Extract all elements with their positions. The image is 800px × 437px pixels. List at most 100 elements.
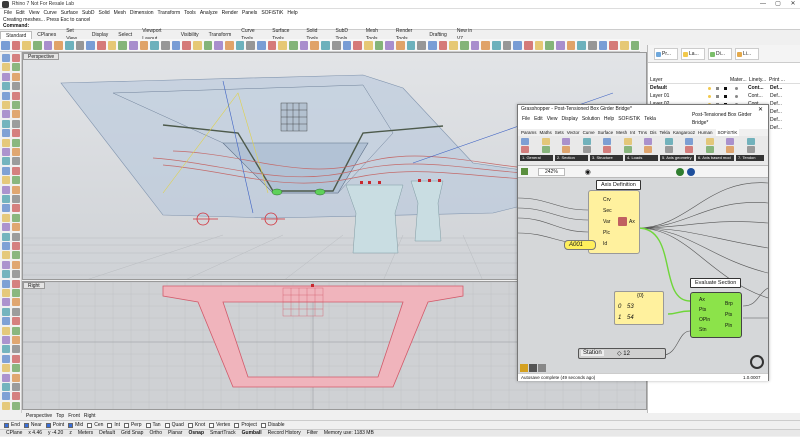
menu-view[interactable]: View bbox=[29, 9, 40, 17]
layer-linetype[interactable]: Cont... bbox=[748, 85, 764, 92]
input-crv[interactable]: Crv bbox=[603, 197, 611, 203]
left-tool-icon[interactable] bbox=[12, 364, 20, 373]
toolbar-tool-icon[interactable] bbox=[86, 40, 96, 50]
col-linetype[interactable]: Linety... bbox=[749, 77, 766, 83]
left-tool-icon[interactable] bbox=[2, 354, 10, 363]
lock-icon[interactable] bbox=[529, 364, 537, 372]
left-tool-icon[interactable] bbox=[12, 289, 20, 297]
toolbar-tool-icon[interactable] bbox=[97, 40, 106, 50]
status-osnap[interactable]: Osnap bbox=[188, 430, 204, 437]
toolbar-tool-icon[interactable] bbox=[449, 40, 458, 50]
layer-print[interactable]: Def... bbox=[770, 109, 782, 116]
gh-ribbon-icon[interactable] bbox=[705, 138, 714, 145]
toolbar-tool-icon[interactable] bbox=[491, 40, 501, 50]
material-swatch[interactable] bbox=[735, 87, 738, 90]
left-tool-icon[interactable] bbox=[12, 72, 20, 81]
toolbar-tool-icon[interactable] bbox=[427, 40, 437, 50]
layer-row[interactable]: Layer 01 Cont... Def... bbox=[648, 93, 800, 100]
left-tool-icon[interactable] bbox=[2, 148, 10, 156]
minimize-button[interactable]: — bbox=[756, 0, 770, 9]
left-tool-icon[interactable] bbox=[12, 119, 20, 128]
osnap-tan[interactable]: Tan bbox=[145, 422, 161, 428]
left-tool-icon[interactable] bbox=[12, 401, 20, 410]
gh-cat-loads[interactable]: 4. Loads bbox=[625, 155, 658, 161]
layer-linetype[interactable]: Cont... bbox=[748, 93, 763, 100]
gh-tab-dis[interactable]: Dis bbox=[650, 129, 657, 136]
tab-lights[interactable]: Li... bbox=[735, 48, 759, 60]
left-tool-icon[interactable] bbox=[2, 110, 10, 119]
menu-file[interactable]: File bbox=[4, 9, 12, 17]
menu-transform[interactable]: Transform bbox=[158, 9, 181, 17]
viewport-label-perspective[interactable]: Perspective bbox=[23, 53, 60, 60]
left-tool-icon[interactable] bbox=[12, 317, 20, 326]
toolbar-tool-icon[interactable] bbox=[257, 40, 266, 50]
gh-ribbon-icon[interactable] bbox=[623, 146, 632, 153]
left-tool-icon[interactable] bbox=[12, 82, 20, 91]
gh-ribbon-icon[interactable] bbox=[541, 138, 550, 145]
left-tool-icon[interactable] bbox=[2, 383, 10, 391]
gh-tab-mesh[interactable]: Mesh bbox=[616, 129, 627, 136]
layer-print[interactable]: Def... bbox=[770, 117, 782, 124]
menu-render[interactable]: Render bbox=[222, 9, 238, 17]
gh-cat-tendon[interactable]: 7. Tendon bbox=[736, 155, 764, 161]
params-icon[interactable] bbox=[538, 364, 546, 372]
toolbar-tool-icon[interactable] bbox=[310, 40, 320, 50]
gh-cat-general[interactable]: 1. General bbox=[520, 155, 553, 161]
left-tool-icon[interactable] bbox=[2, 157, 10, 166]
gh-ribbon-icon[interactable] bbox=[603, 146, 611, 153]
gh-tab-sets[interactable]: Sets bbox=[555, 129, 564, 136]
toolbar-tool-icon[interactable] bbox=[545, 40, 554, 50]
toolbar-tool-icon[interactable] bbox=[11, 40, 21, 50]
input-var[interactable]: Var bbox=[603, 219, 610, 225]
left-tool-icon[interactable] bbox=[2, 101, 10, 109]
gh-canvas[interactable]: Axis Definition Crv Sec Var Plc Id Ax A0… bbox=[518, 178, 768, 373]
toolbar-tool-icon[interactable] bbox=[342, 40, 352, 50]
gh-cat-structure[interactable]: 3. Structure bbox=[590, 155, 623, 161]
toolbar-tool-icon[interactable] bbox=[54, 40, 64, 50]
gh-tab-maths[interactable]: Maths bbox=[540, 129, 552, 136]
toolbar-tool-icon[interactable] bbox=[129, 40, 138, 50]
menu-curve[interactable]: Curve bbox=[43, 9, 56, 17]
left-tool-icon[interactable] bbox=[2, 185, 10, 194]
gh-ribbon-icon[interactable] bbox=[664, 138, 673, 145]
checkbox[interactable] bbox=[107, 422, 113, 428]
toolbar-tool-icon[interactable] bbox=[225, 40, 234, 50]
gh-tab-vector[interactable]: Vector bbox=[567, 129, 580, 136]
left-tool-icon[interactable] bbox=[12, 110, 20, 119]
toolbar-tool-icon[interactable] bbox=[33, 40, 42, 50]
sketch-icon[interactable] bbox=[520, 364, 528, 372]
left-tool-icon[interactable] bbox=[2, 129, 10, 138]
left-tool-icon[interactable] bbox=[12, 326, 20, 335]
gh-tab-human[interactable]: Human bbox=[698, 129, 713, 136]
toolbar-tool-icon[interactable] bbox=[182, 40, 192, 50]
left-tool-icon[interactable] bbox=[12, 54, 20, 62]
menu-sofistik[interactable]: SOFiSTiK bbox=[261, 9, 283, 17]
gh-ribbon-icon[interactable] bbox=[582, 138, 591, 145]
toolbar-tool-icon[interactable] bbox=[22, 40, 32, 50]
left-tool-icon[interactable] bbox=[12, 213, 20, 222]
gh-ribbon-icon[interactable] bbox=[746, 138, 755, 145]
toolbar-tool-icon[interactable] bbox=[193, 40, 202, 50]
left-tool-icon[interactable] bbox=[2, 119, 10, 128]
left-tool-icon[interactable] bbox=[2, 392, 10, 401]
osnap-cen[interactable]: Cen bbox=[87, 422, 103, 428]
toolbar-tool-icon[interactable] bbox=[43, 40, 53, 50]
left-tool-icon[interactable] bbox=[12, 279, 20, 288]
left-tool-icon[interactable] bbox=[12, 251, 20, 260]
left-tool-icon[interactable] bbox=[2, 213, 10, 222]
toolbar-tool-icon[interactable] bbox=[278, 40, 288, 50]
gh-ribbon-icon[interactable] bbox=[685, 138, 693, 145]
gh-menu-edit[interactable]: Edit bbox=[534, 115, 543, 123]
menu-tools[interactable]: Tools bbox=[184, 9, 196, 17]
tab-display[interactable]: Di... bbox=[708, 48, 732, 60]
input-ax[interactable]: Ax bbox=[699, 297, 705, 303]
toolbar-tool-icon[interactable] bbox=[513, 40, 522, 50]
left-tool-icon[interactable] bbox=[12, 185, 20, 194]
toolbar-tool-icon[interactable] bbox=[139, 40, 149, 50]
left-tool-icon[interactable] bbox=[12, 270, 20, 279]
station-slider[interactable]: Station ◇ 12 bbox=[578, 348, 666, 359]
left-tool-icon[interactable] bbox=[12, 298, 20, 307]
toolbar-tool-icon[interactable] bbox=[523, 40, 533, 50]
status-filter[interactable]: Filter bbox=[307, 430, 318, 437]
status-cplane[interactable]: CPlane bbox=[6, 430, 22, 437]
